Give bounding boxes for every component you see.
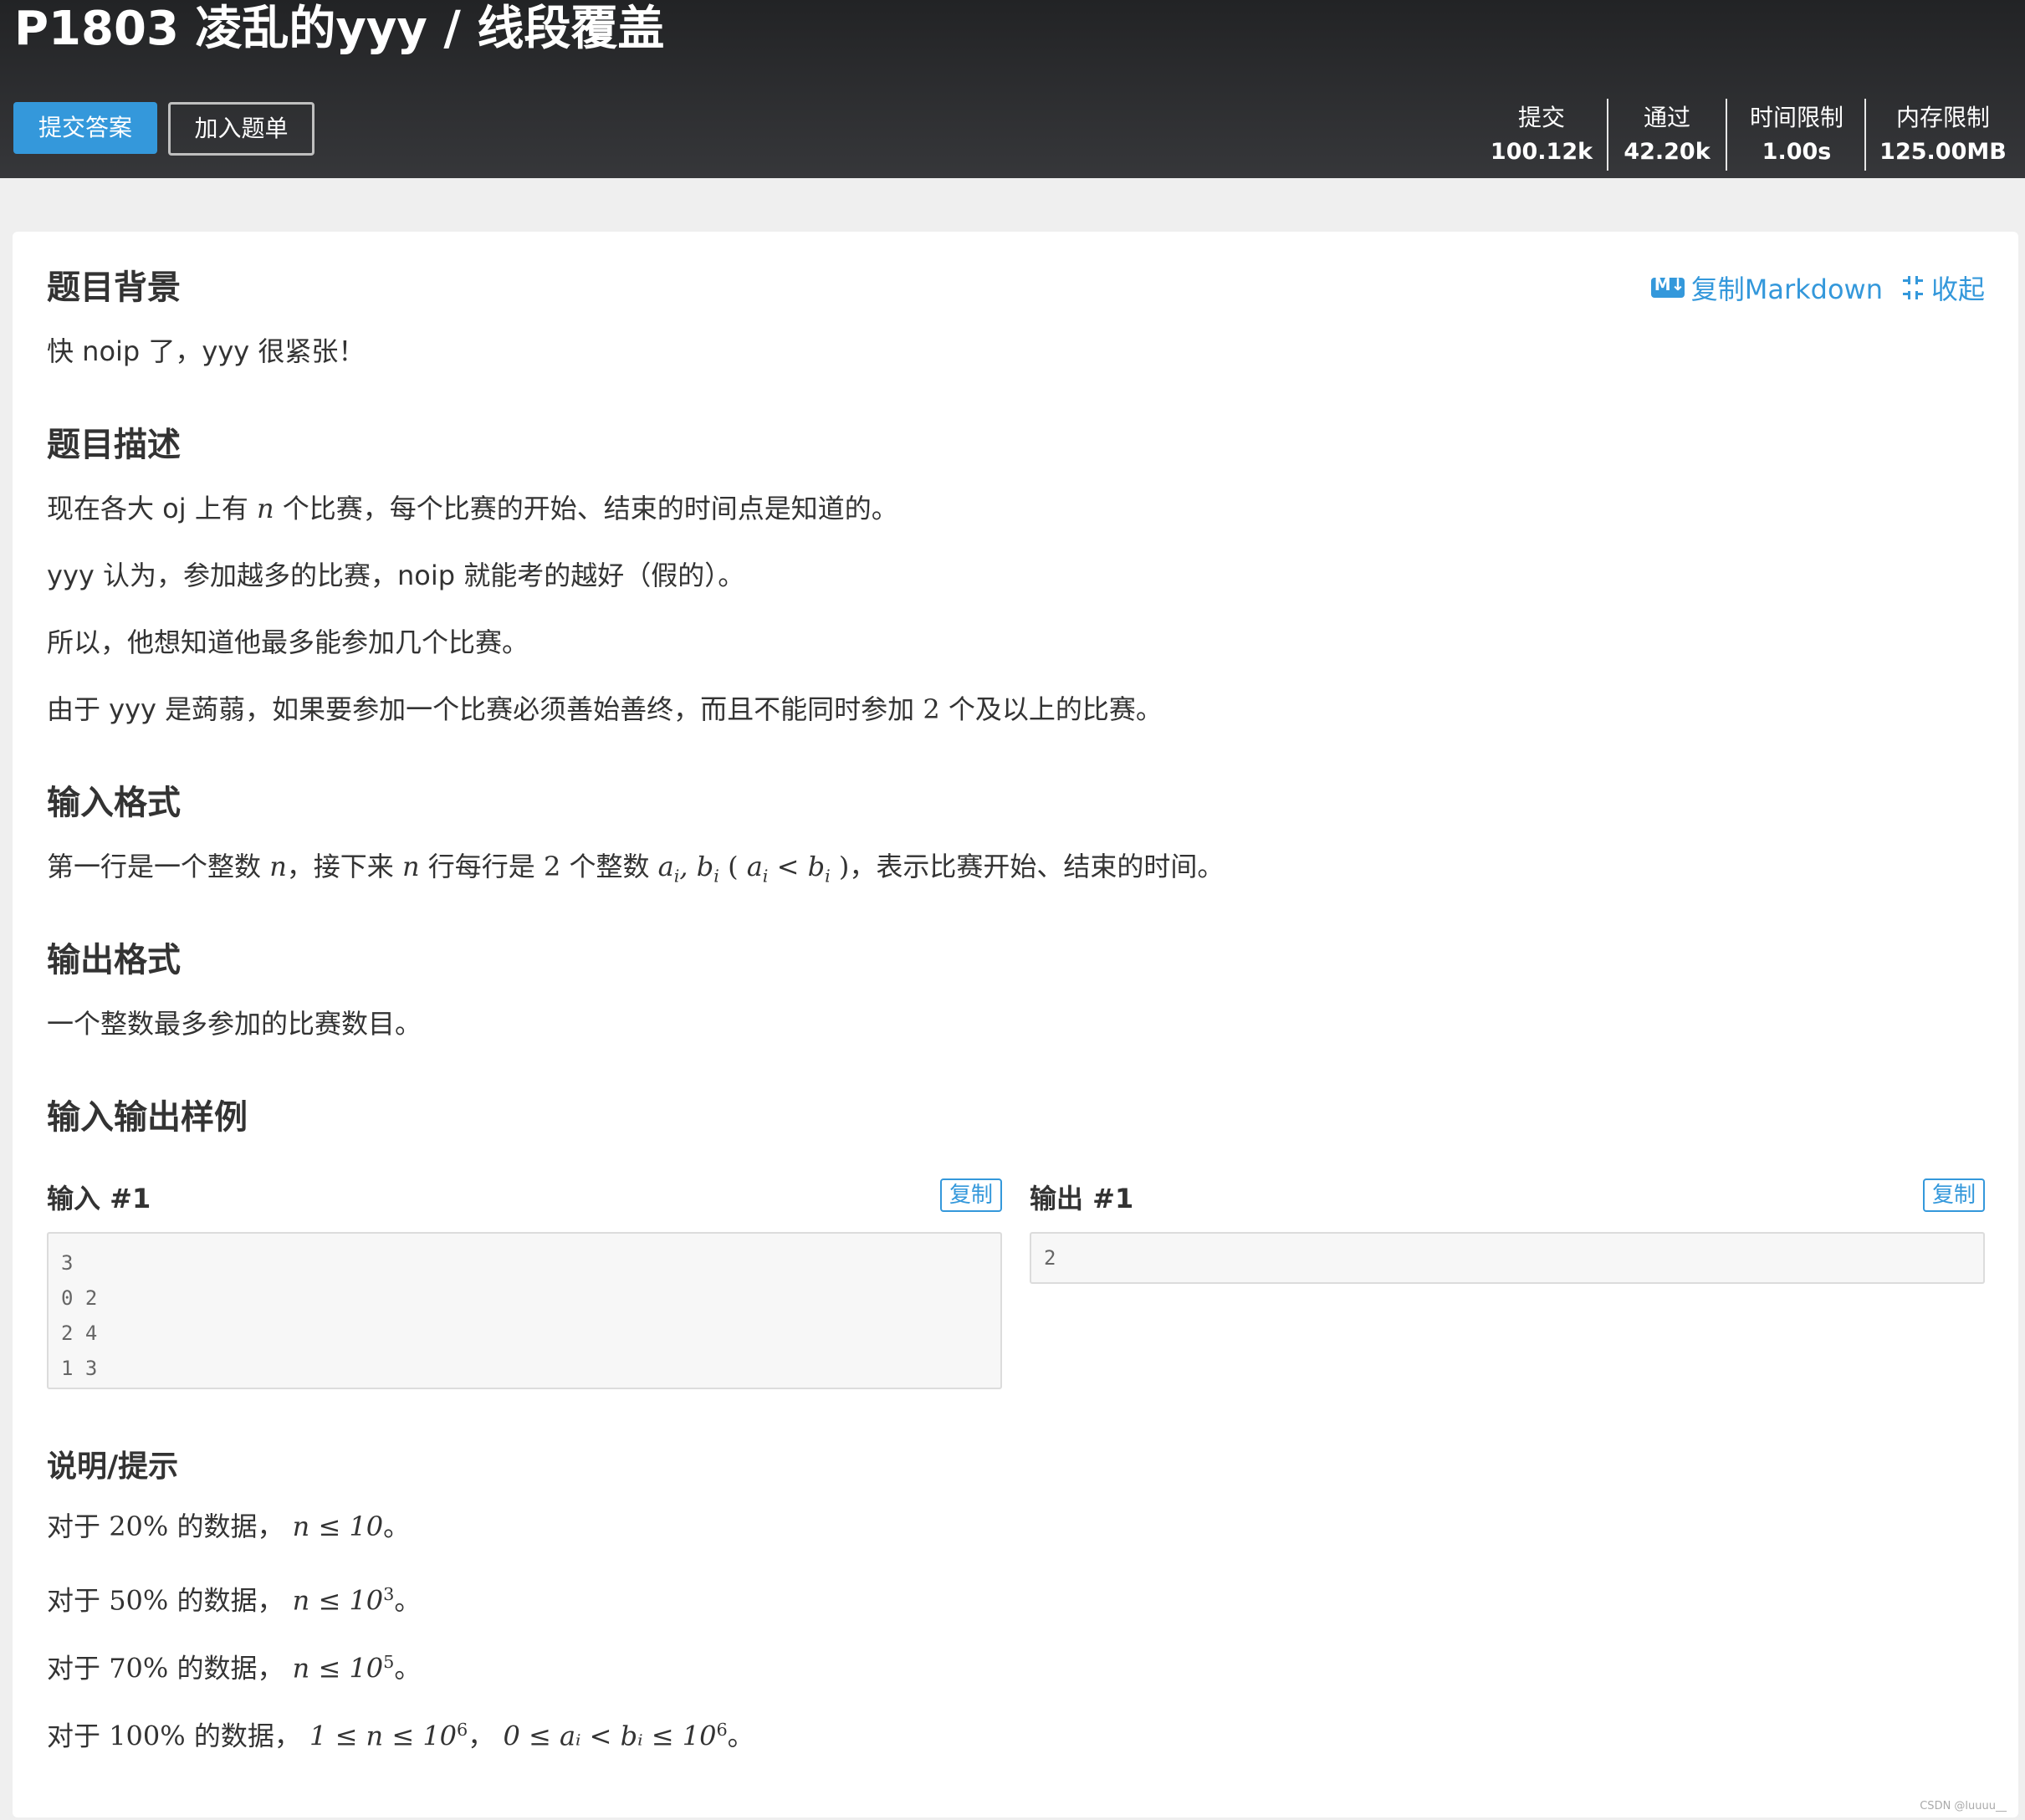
section-heading-output-format: 输出格式 [47,941,181,979]
stat-submissions: 提交 100.12k [1489,100,1594,171]
stat-value: 42.20k [1624,139,1711,165]
watermark: CSDN @luuuu__ [1920,1800,2007,1812]
add-to-list-button[interactable]: 加入题单 [168,102,314,156]
stat-label: 通过 [1643,104,1690,131]
collapse-label: 收起 [1930,274,1985,305]
stat-accepted: 通过 42.20k [1620,100,1714,171]
output-format-text: 一个整数最多参加的比赛数目。 [47,1008,422,1040]
page-title: P1803 凌乱的yyy / 线段覆盖 [14,2,665,56]
collapse-button[interactable]: 收起 [1901,268,1985,307]
collapse-icon [1901,276,1925,299]
section-heading-hint: 说明/提示 [47,1449,179,1484]
markdown-icon [1650,274,1685,298]
description-line: 所以，他想知道他最多能参加几个比赛。 [47,626,529,658]
description-line: yyy 认为，参加越多的比赛，noip 就能考的越好（假的）。 [47,560,745,591]
stat-value: 100.12k [1490,139,1593,165]
problem-card: 复制Markdown 收起 题目背景 快 noip 了，yyy 很紧张！ 题目描… [13,232,2018,1817]
submit-answer-button[interactable]: 提交答案 [13,102,157,154]
stat-time-limit: 时间限制 1.00s [1740,100,1854,171]
section-heading-description: 题目描述 [47,426,181,464]
description-line: 由于 yyy 是蒟蒻，如果要参加一个比赛必须善始善终，而且不能同时参加 2 个及… [47,693,1163,725]
stat-value: 1.00s [1762,139,1832,165]
background-text: 快 noip 了，yyy 很紧张！ [47,335,366,367]
copy-markdown-label: 复制Markdown [1690,274,1883,305]
input-format-text: 第一行是一个整数 n，接下来 n 行每行是 2 个整数 ai, bi ( ai … [47,851,1225,887]
description-line: 现在各大 oj 上有 n 个比赛，每个比赛的开始、结束的时间点是知道的。 [47,493,898,524]
section-heading-background: 题目背景 [47,268,181,307]
copy-input-button[interactable]: 复制 [940,1178,1002,1212]
copy-markdown-button[interactable]: 复制Markdown [1650,268,1883,307]
sample-output-box[interactable]: 2 [1030,1232,1985,1284]
stat-value: 125.00MB [1879,139,2007,165]
problem-toolbar: 复制Markdown 收起 [1650,268,1985,307]
stat-label: 提交 [1517,104,1565,131]
problem-header: P1803 凌乱的yyy / 线段覆盖 提交答案 加入题单 提交 100.12k… [0,0,2025,178]
stat-memory-limit: 内存限制 125.00MB [1879,100,2007,171]
stat-divider [1607,99,1608,171]
stat-label: 内存限制 [1895,104,1990,131]
stat-divider [1864,99,1866,171]
section-heading-samples: 输入输出样例 [47,1098,248,1137]
hint-line: 对于 100% 的数据， 1 ≤ n ≤ 106， 0 ≤ aᵢ < bᵢ ≤ … [47,1720,754,1752]
sample-output-label: 输出 #1 [1030,1183,1134,1214]
section-heading-input-format: 输入格式 [47,784,181,822]
stat-divider [1726,99,1727,171]
hint-line: 对于 20% 的数据， n ≤ 10。 [47,1511,411,1542]
hint-line: 对于 50% 的数据， n ≤ 103。 [47,1584,422,1617]
stat-label: 时间限制 [1749,104,1843,131]
copy-output-button[interactable]: 复制 [1923,1178,1985,1212]
sample-input-box[interactable]: 3 0 2 2 4 1 3 [47,1232,1002,1389]
sample-input-label: 输入 #1 [47,1183,151,1214]
hint-line: 对于 70% 的数据， n ≤ 105。 [47,1652,422,1685]
